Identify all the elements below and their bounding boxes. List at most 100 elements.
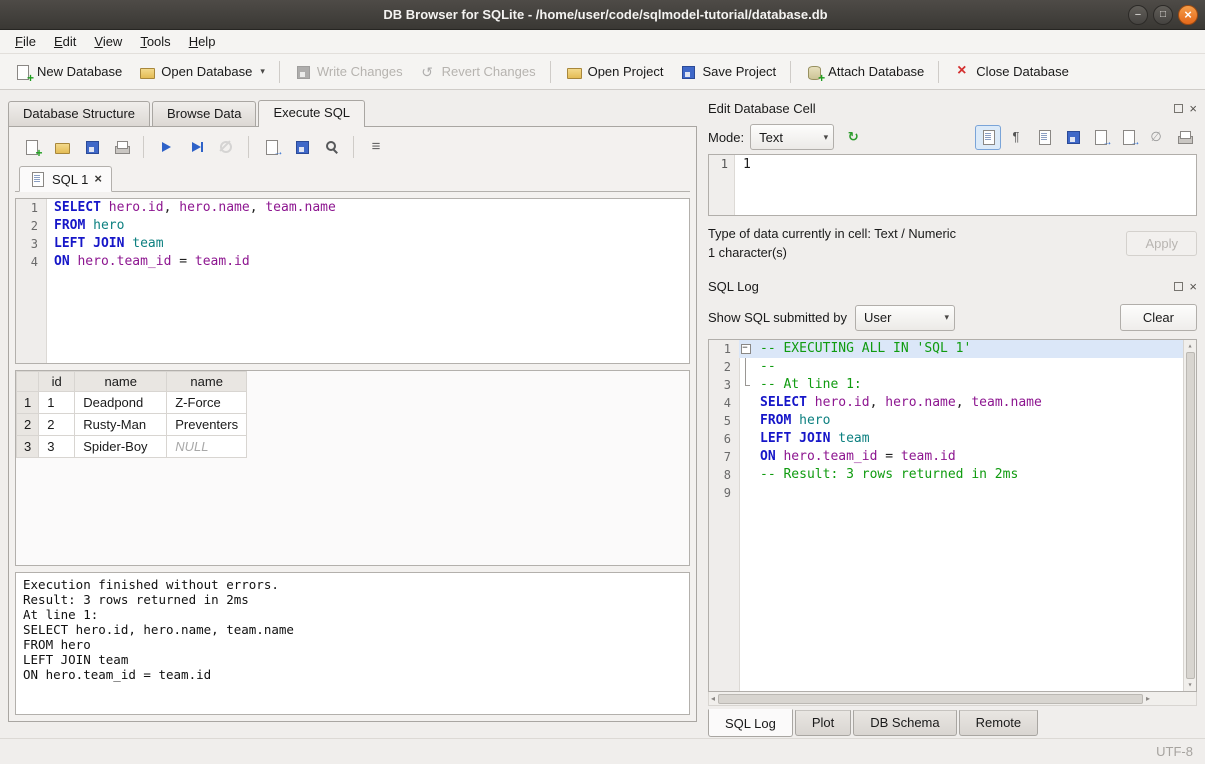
table-cell[interactable]: Preventers xyxy=(167,414,247,436)
menu-tools[interactable]: Tools xyxy=(131,32,179,51)
code-line: 5FROM hero xyxy=(709,412,1183,430)
refresh-mode-button[interactable] xyxy=(840,125,866,150)
table-cell[interactable]: Deadpond xyxy=(75,392,167,414)
new-database-button[interactable]: New Database xyxy=(6,59,130,85)
close-button[interactable] xyxy=(1178,5,1198,25)
code-line: 3LEFT JOIN team xyxy=(16,235,689,253)
scroll-down-icon[interactable]: ▾ xyxy=(1188,680,1193,690)
sql-log-view[interactable]: 1-- EXECUTING ALL IN 'SQL 1'2--3-- At li… xyxy=(708,339,1197,692)
log-controls: Show SQL submitted by User ▾ Clear xyxy=(708,304,1197,331)
import-button[interactable] xyxy=(1087,125,1113,150)
column-header-name[interactable]: name xyxy=(75,372,167,392)
maximize-button[interactable] xyxy=(1153,5,1173,25)
close-tab-icon[interactable]: × xyxy=(94,173,102,185)
row-header[interactable]: 3 xyxy=(17,436,39,458)
attach-database-button[interactable]: Attach Database xyxy=(797,59,932,85)
submitter-select[interactable]: User ▾ xyxy=(855,305,955,331)
mode-value: Text xyxy=(759,130,821,145)
dock-tab-plot[interactable]: Plot xyxy=(795,710,851,736)
export-results-button[interactable] xyxy=(257,135,285,159)
chevron-down-icon: ▾ xyxy=(944,312,949,323)
toolbar-separator xyxy=(279,61,280,83)
table-cell[interactable]: Spider-Boy xyxy=(75,436,167,458)
revert-changes-icon xyxy=(419,64,436,80)
table-cell[interactable]: 1 xyxy=(39,392,75,414)
menu-help[interactable]: Help xyxy=(180,32,225,51)
word-wrap-button[interactable] xyxy=(1003,125,1029,150)
tab-execute-sql[interactable]: Execute SQL xyxy=(258,100,365,127)
minimize-button[interactable] xyxy=(1128,5,1148,25)
row-header[interactable]: 1 xyxy=(17,392,39,414)
table-cell[interactable]: Z-Force xyxy=(167,392,247,414)
open-database-button[interactable]: Open Database▾ xyxy=(130,59,273,85)
set-null-button[interactable] xyxy=(1143,125,1169,150)
clear-button[interactable]: Clear xyxy=(1120,304,1197,331)
vertical-scrollbar[interactable]: ▴ ▾ xyxy=(1183,340,1196,691)
write-changes-button: Write Changes xyxy=(286,59,411,85)
sql-tab-label: SQL 1 xyxy=(52,172,88,187)
line-number: 1 xyxy=(16,199,46,217)
edit-cell-dock-header: Edit Database Cell × xyxy=(708,96,1197,120)
scroll-left-icon[interactable]: ◂ xyxy=(711,694,715,704)
export-button[interactable] xyxy=(1115,125,1141,150)
toolbar-label: Open Database xyxy=(161,64,252,79)
code-line: 8-- Result: 3 rows returned in 2ms xyxy=(709,466,1183,484)
horizontal-scrollbar-thumb[interactable] xyxy=(718,694,1143,704)
revert-changes-button: Revert Changes xyxy=(411,59,544,85)
vertical-scrollbar-thumb[interactable] xyxy=(1186,352,1195,679)
column-header-name[interactable]: name xyxy=(167,372,247,392)
float-log-panel-icon[interactable] xyxy=(1174,282,1183,291)
table-cell[interactable]: 2 xyxy=(39,414,75,436)
scroll-right-icon[interactable]: ▸ xyxy=(1146,694,1150,704)
save-project-button[interactable]: Save Project xyxy=(671,59,784,85)
dock-tab-db-schema[interactable]: DB Schema xyxy=(853,710,956,736)
save-results-button[interactable] xyxy=(287,135,315,159)
menu-file[interactable]: File xyxy=(6,32,45,51)
scroll-up-icon[interactable]: ▴ xyxy=(1188,341,1193,351)
cell-editor[interactable]: 1 1 xyxy=(708,154,1197,216)
table-cell[interactable]: 3 xyxy=(39,436,75,458)
save-button[interactable] xyxy=(1059,125,1085,150)
mode-row: Mode: Text ▾ xyxy=(708,120,1197,154)
column-header-id[interactable]: id xyxy=(39,372,75,392)
close-panel-icon[interactable]: × xyxy=(1189,103,1197,114)
row-header[interactable]: 2 xyxy=(17,414,39,436)
corner-header[interactable] xyxy=(17,372,39,392)
fold-marker[interactable] xyxy=(739,340,752,358)
close-database-button[interactable]: Close Database xyxy=(945,59,1077,85)
print-button[interactable] xyxy=(107,135,135,159)
fold-gutter xyxy=(739,412,752,430)
float-panel-icon[interactable] xyxy=(1174,104,1183,113)
apply-button[interactable]: Apply xyxy=(1126,231,1197,256)
code-text: -- xyxy=(752,358,1183,376)
dock-tab-sql-log[interactable]: SQL Log xyxy=(708,709,793,737)
print-button[interactable] xyxy=(1171,125,1197,150)
tab-database-structure[interactable]: Database Structure xyxy=(8,101,150,126)
sql-editor[interactable]: 1SELECT hero.id, hero.name, team.name2FR… xyxy=(15,198,690,364)
open-project-button[interactable]: Open Project xyxy=(557,59,672,85)
format-button[interactable] xyxy=(362,135,390,159)
tab-browse-data[interactable]: Browse Data xyxy=(152,101,256,126)
open-sql-button[interactable] xyxy=(47,135,75,159)
code-line: 9 xyxy=(709,484,1183,502)
dock-tab-remote[interactable]: Remote xyxy=(959,710,1039,736)
copy-button[interactable] xyxy=(1031,125,1057,150)
sql-tab[interactable]: SQL 1 × xyxy=(19,166,112,192)
menu-edit[interactable]: Edit xyxy=(45,32,85,51)
results-header: idnamename xyxy=(17,372,247,392)
cell-char-count: 1 character(s) xyxy=(708,243,1126,262)
find-button[interactable] xyxy=(317,135,345,159)
text-mode-button[interactable] xyxy=(975,125,1001,150)
code-line: 4ON hero.team_id = team.id xyxy=(16,253,689,271)
close-log-panel-icon[interactable]: × xyxy=(1189,281,1197,292)
execute-line-button[interactable] xyxy=(182,135,210,159)
code-text: -- At line 1: xyxy=(752,376,1183,394)
table-cell[interactable]: Rusty-Man xyxy=(75,414,167,436)
execute-all-button[interactable] xyxy=(152,135,180,159)
mode-select[interactable]: Text ▾ xyxy=(750,124,834,150)
horizontal-scrollbar[interactable]: ◂ ▸ xyxy=(708,692,1197,706)
menu-view[interactable]: View xyxy=(85,32,131,51)
new-tab-button[interactable] xyxy=(17,135,45,159)
table-cell[interactable]: NULL xyxy=(167,436,247,458)
save-sql-button[interactable] xyxy=(77,135,105,159)
